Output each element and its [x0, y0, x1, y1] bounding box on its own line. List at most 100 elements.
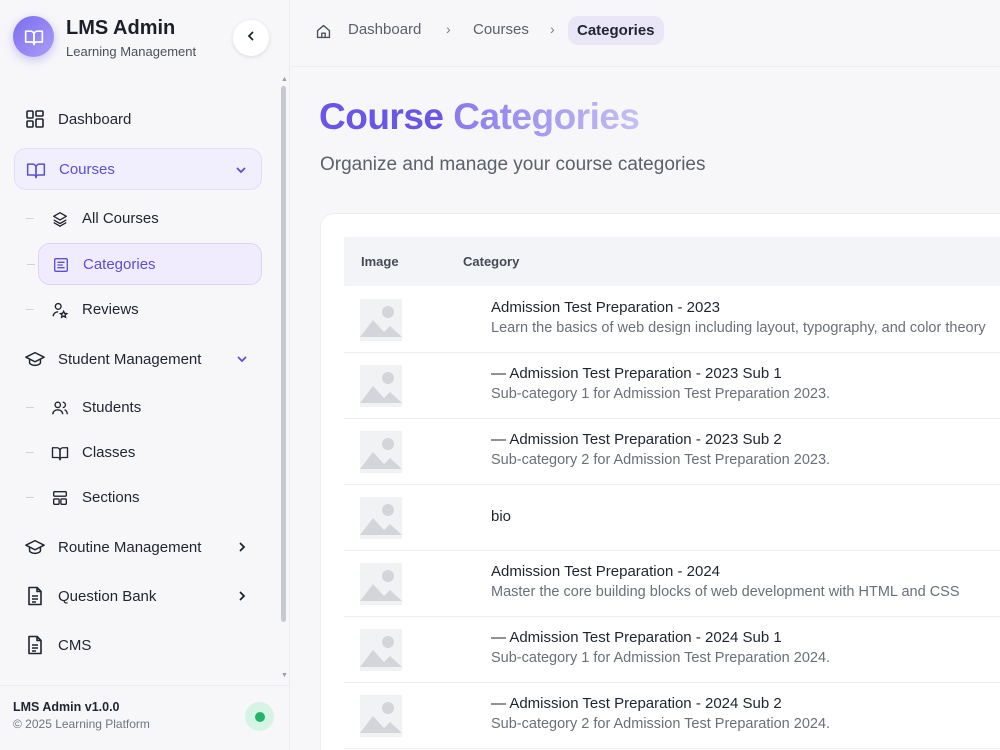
table-row[interactable]: bio: [344, 485, 1000, 551]
category-name: bio: [491, 508, 512, 525]
page-title-part1: Course: [319, 96, 444, 137]
sidebar-item-dashboard[interactable]: Dashboard: [14, 98, 262, 140]
breadcrumb-separator-icon: ›: [550, 21, 555, 37]
category-name: Admission Test Preparation - 2023: [491, 299, 721, 316]
category-name: — Admission Test Preparation - 2024 Sub …: [491, 629, 782, 646]
table-row[interactable]: — Admission Test Preparation - 2024 Sub …: [344, 617, 1000, 683]
tree-connector: [26, 218, 34, 219]
category-name: Admission Test Preparation - 2024: [491, 563, 721, 580]
breadcrumb-courses[interactable]: Courses: [473, 21, 529, 38]
chevron-right-icon: [234, 588, 250, 604]
sidebar-item-label: Student Management: [58, 350, 202, 368]
column-header-category: Category: [463, 254, 520, 269]
category-description: Learn the basics of web design including…: [491, 320, 986, 336]
file-text-icon: [25, 635, 45, 655]
app-version: LMS Admin v1.0.0: [13, 700, 120, 714]
sidebar-item-label: All Courses: [82, 210, 159, 227]
dashboard-icon: [25, 109, 45, 129]
copyright-text: © 2025 Learning Platform: [13, 717, 150, 731]
table-row[interactable]: Admission Test Preparation - 2023 Learn t…: [344, 287, 1000, 353]
sidebar-item-sections[interactable]: Sections: [26, 477, 262, 519]
category-name: — Admission Test Preparation - 2023 Sub …: [491, 431, 782, 448]
column-header-image: Image: [361, 254, 399, 269]
breadcrumb-dashboard[interactable]: Dashboard: [348, 21, 421, 38]
breadcrumb: Dashboard › Courses › Categories: [291, 0, 1000, 67]
page-title: Course Categories: [319, 96, 640, 138]
image-placeholder-icon: [360, 431, 402, 473]
sidebar-item-label: Dashboard: [58, 110, 132, 128]
tree-connector: [26, 309, 34, 310]
brand-header: LMS Admin Learning Management: [0, 0, 290, 76]
users-icon: [50, 398, 70, 418]
sidebar-item-label: Sections: [82, 489, 140, 506]
chevron-left-icon: [245, 29, 257, 47]
sidebar-item-label: CMS: [58, 636, 92, 654]
category-description: Sub-category 2 for Admission Test Prepar…: [491, 452, 831, 468]
list-icon: [51, 255, 71, 275]
collapse-sidebar-button[interactable]: [233, 20, 269, 56]
image-placeholder-icon: [360, 695, 402, 737]
sidebar-item-label: Question Bank: [58, 587, 157, 605]
sidebar-item-student-management[interactable]: Student Management: [14, 338, 262, 380]
sidebar-item-routine-management[interactable]: Routine Management: [14, 526, 262, 568]
graduation-cap-icon: [25, 349, 45, 369]
table-header: Image Category: [344, 237, 1000, 286]
sidebar-item-categories[interactable]: Categories: [27, 243, 262, 285]
book-open-icon: [13, 16, 54, 57]
chevron-right-icon: [234, 539, 250, 555]
chevron-down-icon: [233, 162, 249, 178]
sidebar-item-label: Classes: [82, 444, 136, 461]
file-text-icon: [25, 586, 45, 606]
category-description: Sub-category 2 for Admission Test Prepar…: [491, 716, 831, 732]
sidebar-item-label: Routine Management: [58, 538, 202, 556]
chevron-down-icon: [234, 351, 250, 367]
page-title-part2: Categories: [453, 96, 640, 137]
sidebar-item-label: Courses: [59, 160, 115, 178]
sidebar-item-classes[interactable]: Classes: [26, 432, 262, 474]
sidebar-item-students[interactable]: Students: [26, 387, 262, 429]
sidebar-footer: LMS Admin v1.0.0 © 2025 Learning Platfor…: [0, 685, 290, 750]
table-row[interactable]: — Admission Test Preparation - 2023 Sub …: [344, 419, 1000, 485]
tree-connector: [26, 497, 34, 498]
image-placeholder-icon: [360, 629, 402, 671]
home-icon[interactable]: [315, 23, 333, 41]
image-placeholder-icon: [360, 299, 402, 341]
user-star-icon: [50, 300, 70, 320]
sidebar-item-question-bank[interactable]: Question Bank: [14, 575, 262, 617]
image-placeholder-icon: [360, 497, 402, 539]
image-placeholder-icon: [360, 365, 402, 407]
tree-connector: [26, 407, 34, 408]
sidebar-scrollbar[interactable]: [281, 86, 286, 622]
sidebar-item-all-courses[interactable]: All Courses: [26, 198, 262, 240]
brand-subtitle: Learning Management: [66, 44, 197, 59]
sidebar: LMS Admin Learning Management Dashboard …: [0, 0, 290, 750]
page-subtitle: Organize and manage your course categori…: [320, 154, 706, 175]
category-description: Sub-category 1 for Admission Test Prepar…: [491, 650, 831, 666]
table-row[interactable]: — Admission Test Preparation - 2023 Sub …: [344, 353, 1000, 419]
online-status-indicator: [245, 702, 274, 731]
scroll-up-arrow[interactable]: ▲: [281, 76, 288, 83]
scroll-down-arrow[interactable]: ▼: [281, 672, 288, 679]
book-icon: [26, 160, 46, 180]
category-name: — Admission Test Preparation - 2023 Sub …: [491, 365, 782, 382]
sidebar-item-label: Categories: [83, 256, 156, 273]
sidebar-item-cms[interactable]: CMS: [14, 624, 262, 666]
table-row[interactable]: Admission Test Preparation - 2024 Master …: [344, 551, 1000, 617]
layers-icon: [50, 209, 70, 229]
tree-connector: [26, 452, 34, 453]
sidebar-item-label: Students: [82, 399, 142, 416]
book-icon: [50, 443, 70, 463]
breadcrumb-current: Categories: [568, 16, 664, 45]
breadcrumb-separator-icon: ›: [446, 21, 451, 37]
category-name: — Admission Test Preparation - 2024 Sub …: [491, 695, 782, 712]
table-row[interactable]: — Admission Test Preparation - 2024 Sub …: [344, 683, 1000, 749]
category-description: Sub-category 1 for Admission Test Prepar…: [491, 386, 831, 402]
tree-connector: [27, 264, 35, 265]
sidebar-item-reviews[interactable]: Reviews: [26, 289, 262, 331]
brand-title: LMS Admin: [66, 17, 176, 39]
layout-icon: [50, 488, 70, 508]
category-description: Master the core building blocks of web d…: [491, 584, 960, 600]
sidebar-item-courses[interactable]: Courses: [14, 148, 262, 190]
sidebar-item-label: Reviews: [82, 301, 139, 318]
graduation-cap-icon: [25, 537, 45, 557]
